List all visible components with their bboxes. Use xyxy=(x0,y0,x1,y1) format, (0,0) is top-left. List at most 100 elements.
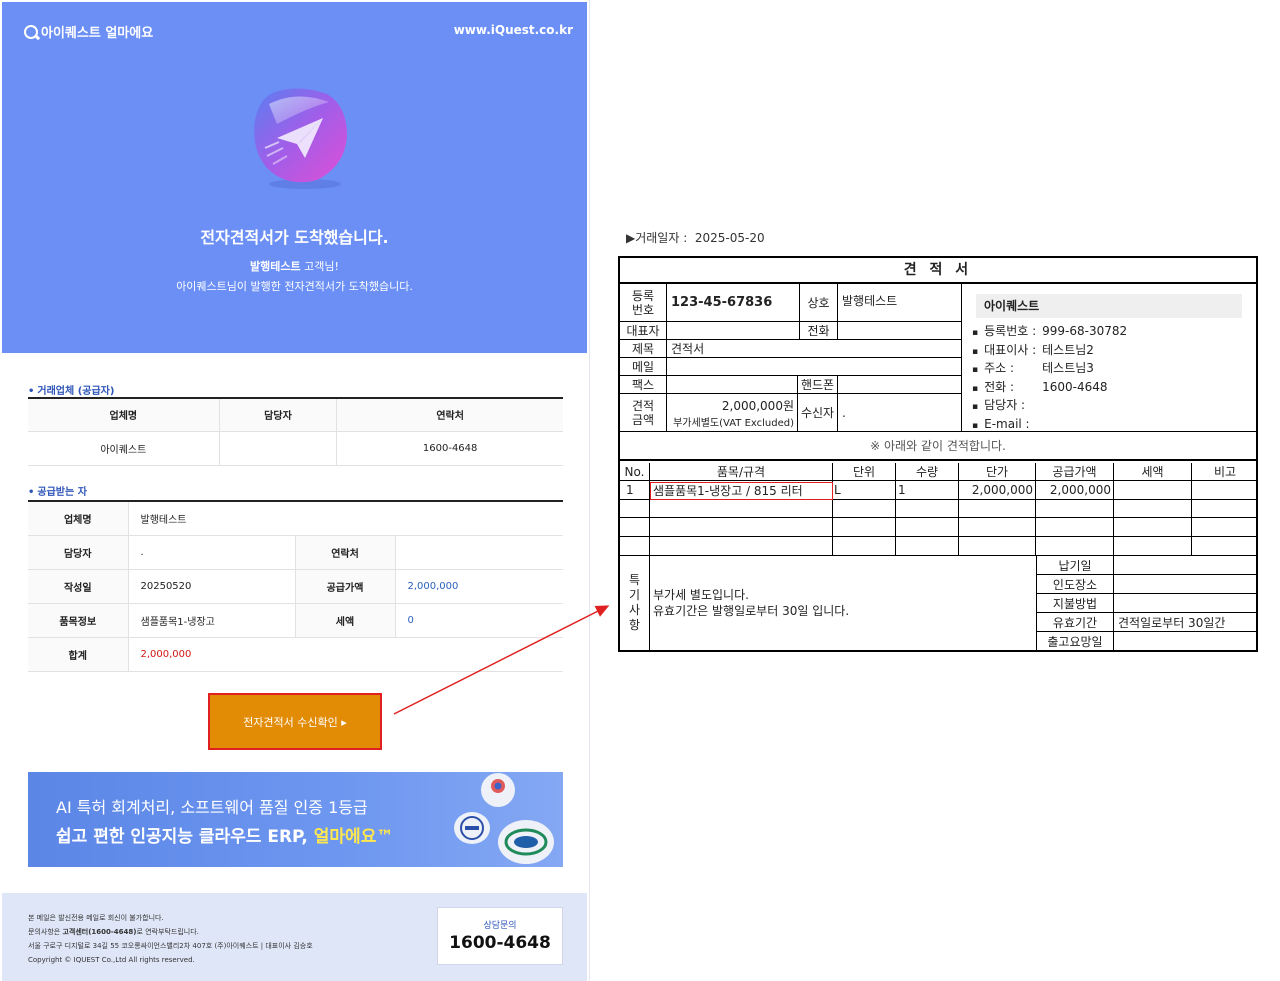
paper-plane-icon xyxy=(254,88,347,189)
item-header-unit: 단위 xyxy=(833,463,896,481)
supplier-info-item: 대표이사 : 테스트님2 xyxy=(972,341,1127,360)
subject-value: 견적서 xyxy=(667,340,962,358)
supplier-info-value: 999-68-30782 xyxy=(1042,324,1128,338)
item-header-no: No. xyxy=(620,463,650,481)
mobile-value xyxy=(838,376,962,394)
footer-line3: 서울 구로구 디지털로 34길 55 코오롱싸이언스밸리2차 407호 (주)아… xyxy=(28,942,313,950)
item-qty: 1 xyxy=(896,481,959,500)
term-value xyxy=(1114,556,1258,575)
footer-line4: Copyright © IQUEST Co.,Ltd All rights re… xyxy=(28,956,195,964)
remarks-label-char: 항 xyxy=(628,618,641,632)
hero-title: 전자견적서가 도착했습니다. xyxy=(200,228,389,247)
empty-cell xyxy=(896,537,959,556)
receiver-supply-value: 2,000,000 xyxy=(395,569,563,604)
supplier-header-company: 업체명 xyxy=(28,397,220,432)
item-header-qty: 수량 xyxy=(896,463,959,481)
greeting-name: 발행테스트 xyxy=(250,260,301,273)
subject-label: 제목 xyxy=(620,340,667,358)
search-q-logo-icon xyxy=(24,24,38,39)
hero-message: 아이퀘스트님이 발행한 전자견적서가 도착했습니다. xyxy=(176,280,413,293)
term-value xyxy=(1114,575,1258,594)
supplier-info-key: 등록번호 : xyxy=(984,324,1037,338)
supplier-table: 업체명 담당자 연락처 아이퀘스트 1600-4648 xyxy=(28,397,563,466)
receiver-contact-label: 연락처 xyxy=(295,535,396,570)
item-price: 2,000,000 xyxy=(959,481,1036,500)
empty-cell xyxy=(1192,500,1258,518)
remarks-label-char: 기 xyxy=(628,588,641,602)
remarks-label: 특기사항 xyxy=(620,556,650,650)
remarks-label-char: 사 xyxy=(628,603,641,617)
item-header-price: 단가 xyxy=(959,463,1036,481)
name-value: 발행테스트 xyxy=(838,284,962,322)
empty-cell xyxy=(1114,537,1192,556)
supplier-company-value: 아이퀘스트 xyxy=(28,431,220,466)
hero-greeting: 발행테스트 고객님! xyxy=(2,258,587,274)
empty-cell xyxy=(833,500,896,518)
receiver-tax-label: 세액 xyxy=(295,603,396,638)
term-label: 유효기간 xyxy=(1036,613,1114,632)
remarks-text: 부가세 별도입니다. 유효기간은 발행일로부터 30일 입니다. xyxy=(653,587,849,619)
supplier-info-key: 전화 : xyxy=(984,379,1015,394)
footer-line2-suffix: 로 연락부탁드립니다. xyxy=(136,928,199,936)
greeting-suffix: 고객님! xyxy=(300,260,339,273)
ceo-value xyxy=(667,322,800,340)
footer-line2: 문의사항은 고객센터(1600-4648)로 연락부탁드립니다. xyxy=(28,925,313,939)
banner-line2: 쉽고 편한 인공지능 클라우드 ERP, 얼마에요™ xyxy=(56,822,393,847)
brand-name: 아이퀘스트 얼마에요 xyxy=(41,26,154,41)
trade-date: ▶거래일자 : 2025-05-20 xyxy=(626,229,765,246)
email-panel: 아이퀘스트 얼마에요 www.iQuest.co.kr 전자견적서가 도착했습니… xyxy=(0,0,590,981)
supplier-info-list: 등록번호 : 999-68-30782 대표이사 : 테스트님2 주소 : 테스트님3… xyxy=(972,322,1127,434)
receiver-supply-label: 공급가액 xyxy=(295,569,396,604)
name-label: 상호 xyxy=(800,284,838,322)
receiver-item-value: 샘플품목1-냉장고 xyxy=(128,603,296,638)
supplier-manager-value xyxy=(219,431,338,466)
receiver-date-value: 20250520 xyxy=(128,569,296,604)
item-header-tax: 세액 xyxy=(1114,463,1192,481)
amount-note: 부가세별도(VAT Excluded) xyxy=(673,417,794,429)
term-value: 견적일로부터 30일간 xyxy=(1114,613,1258,632)
receiver-total-value: 2,000,000 xyxy=(128,637,563,672)
confirm-receipt-button[interactable]: 전자견적서 수신확인 ▸ xyxy=(208,693,382,750)
contact-number: 1600-4648 xyxy=(449,933,551,953)
term-value xyxy=(1114,594,1258,613)
fax-value xyxy=(667,376,798,394)
item-header-name: 품목/규격 xyxy=(650,463,833,481)
receiver-company-value: 발행테스트 xyxy=(128,500,563,536)
footer: 본 메일은 발신전용 메일로 회신이 불가합니다. 문의사항은 고객센터(160… xyxy=(2,893,587,981)
item-header-supply: 공급가액 xyxy=(1036,463,1114,481)
reg-label: 등록번호 xyxy=(620,284,667,322)
receiver-value: . xyxy=(838,394,962,432)
receiver-table: 업체명 발행테스트 담당자 . 연락처 작성일 20250520 공급가액 2,… xyxy=(28,500,563,672)
empty-cell xyxy=(896,500,959,518)
footer-line2-bold: 고객센터(1600-4648) xyxy=(62,928,137,936)
item-highlight-box xyxy=(650,482,833,500)
brand-logo[interactable]: 아이퀘스트 얼마에요 xyxy=(24,22,153,41)
empty-cell xyxy=(833,537,896,556)
empty-cell xyxy=(1114,518,1192,537)
banner-brand: 얼마에요™ xyxy=(313,827,394,847)
receiver-tax-value: 0 xyxy=(395,603,563,638)
empty-cell xyxy=(1036,518,1114,537)
mail-label: 메일 xyxy=(620,358,667,376)
remarks-line1: 부가세 별도입니다. xyxy=(653,588,749,602)
empty-cell xyxy=(959,500,1036,518)
empty-cell xyxy=(959,518,1036,537)
supplier-header-manager: 담당자 xyxy=(219,397,338,432)
phone-value xyxy=(838,322,962,340)
phone-label: 전화 xyxy=(800,322,838,340)
supplier-contact-value: 1600-4648 xyxy=(336,431,563,466)
footer-text: 본 메일은 발신전용 메일로 회신이 불가합니다. 문의사항은 고객센터(160… xyxy=(28,911,313,967)
contact-box[interactable]: 상담문의 1600-4648 xyxy=(437,907,563,965)
empty-cell xyxy=(650,537,833,556)
fax-label: 팩스 xyxy=(620,376,667,394)
banner-line1: AI 특허 회계처리, 소프트웨어 품질 인증 1등급 xyxy=(56,798,368,817)
supplier-info-value: 1600-4648 xyxy=(1042,379,1108,394)
term-label: 납기일 xyxy=(1036,556,1114,575)
site-url-link[interactable]: www.iQuest.co.kr xyxy=(454,23,573,37)
promo-banner[interactable]: AI 특허 회계처리, 소프트웨어 품질 인증 1등급 쉽고 편한 인공지능 클… xyxy=(28,772,563,867)
term-label: 인도장소 xyxy=(1036,575,1114,594)
quotation-title: 견 적 서 xyxy=(620,258,1256,284)
empty-cell xyxy=(833,518,896,537)
receiver-contact-value xyxy=(395,535,563,570)
amount-value: 2,000,000원 xyxy=(721,398,794,413)
